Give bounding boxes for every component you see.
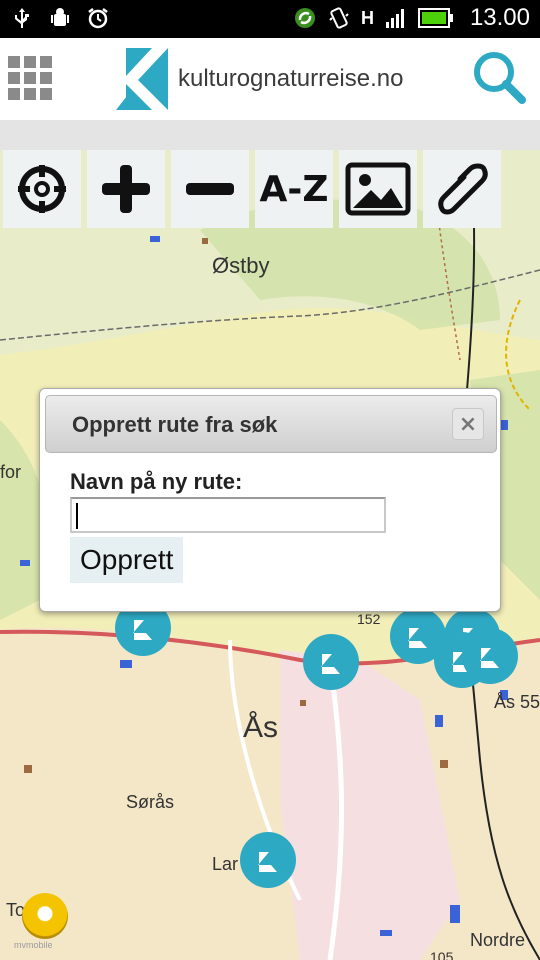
locate-button[interactable]	[3, 150, 81, 228]
map-marker[interactable]	[462, 628, 518, 684]
map-label-nordre: Nordre	[470, 930, 525, 950]
site-logo[interactable]: kulturognaturreise.no	[112, 48, 403, 110]
status-left-icons	[10, 6, 110, 30]
image-button[interactable]	[339, 150, 417, 228]
map-label-as-55: Ås 55	[494, 692, 540, 712]
map-label-ostby: Østby	[212, 253, 269, 278]
text-caret	[76, 503, 78, 529]
map-marker[interactable]	[303, 634, 359, 690]
zoom-in-button[interactable]	[87, 150, 165, 228]
user-avatar-icon[interactable]	[22, 893, 68, 939]
dialog-title: Opprett rute fra søk	[72, 412, 278, 437]
network-type-label: H	[360, 7, 374, 28]
route-name-input[interactable]	[70, 497, 386, 533]
header-divider	[0, 120, 540, 150]
zoom-out-button[interactable]	[171, 150, 249, 228]
zoom-out-icon	[186, 183, 234, 195]
zoom-in-icon	[102, 165, 150, 213]
az-button[interactable]: A-Z	[255, 150, 333, 228]
map-label-lar: Lar	[212, 854, 238, 874]
map-label-for: for	[0, 462, 21, 482]
map-label-152: 152	[357, 611, 381, 627]
kulturognaturreise-logo-icon	[112, 48, 168, 110]
map-label-soras: Sørås	[126, 792, 174, 812]
image-icon	[345, 162, 411, 216]
status-right-icons: H 13.00	[293, 4, 530, 32]
status-time: 13.00	[469, 4, 530, 31]
close-button[interactable]: ×	[452, 408, 484, 440]
az-button-label: A-Z	[259, 168, 329, 210]
android-debug-icon	[51, 8, 69, 26]
battery-icon	[417, 8, 453, 28]
create-route-dialog: Opprett rute fra søk × Navn på ny rute: …	[39, 388, 501, 612]
dialog-title-bar: Opprett rute fra søk ×	[45, 395, 497, 453]
alarm-icon	[88, 8, 108, 29]
link-button[interactable]	[423, 150, 501, 228]
link-icon	[438, 163, 488, 215]
map-label-as: Ås	[243, 711, 278, 744]
search-icon[interactable]	[468, 46, 528, 106]
usb-icon	[15, 8, 29, 28]
route-name-label: Navn på ny rute:	[70, 469, 243, 494]
avatar-label: mvmobile	[14, 940, 53, 950]
map-toolbar: A-Z	[3, 150, 501, 228]
close-icon: ×	[458, 411, 478, 437]
status-bar: H 13.00	[0, 0, 540, 38]
signal-icon	[385, 9, 404, 28]
app-header: kulturognaturreise.no	[0, 38, 540, 120]
create-button[interactable]: Opprett	[70, 537, 184, 583]
apps-grid-icon[interactable]	[8, 56, 52, 100]
site-name: kulturognaturreise.no	[178, 65, 404, 92]
locate-icon	[18, 165, 66, 213]
map-label-105: 105	[430, 949, 454, 960]
map-marker[interactable]	[240, 832, 296, 888]
sync-icon	[294, 8, 315, 28]
vibrate-icon	[329, 7, 349, 29]
